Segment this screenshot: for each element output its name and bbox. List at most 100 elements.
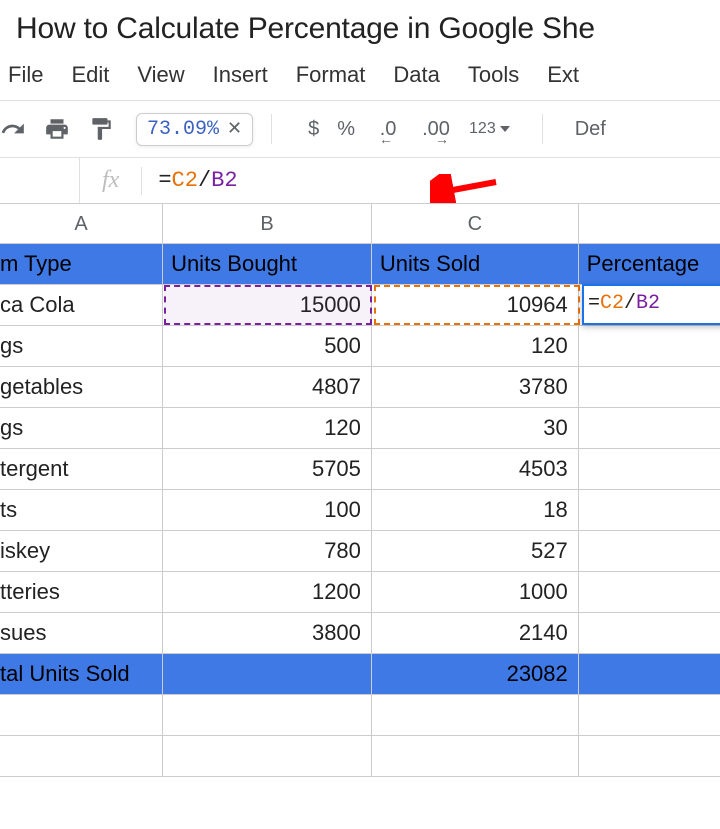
cell[interactable]: ts <box>0 490 163 531</box>
toolbar: 73.09% ✕ $ % .0← .00→ 123 Def <box>0 101 720 157</box>
menu-file[interactable]: File <box>8 62 43 88</box>
total-d[interactable] <box>579 654 720 695</box>
paint-format-icon[interactable] <box>88 116 114 142</box>
cell[interactable]: 15000 <box>163 285 372 326</box>
currency-format-button[interactable]: $ <box>308 118 319 141</box>
menu-edit[interactable]: Edit <box>71 62 109 88</box>
chevron-down-icon <box>500 126 510 132</box>
cell[interactable] <box>579 695 720 736</box>
total-b[interactable] <box>163 654 372 695</box>
cell[interactable]: gs <box>0 408 163 449</box>
menu-format[interactable]: Format <box>296 62 366 88</box>
formula-ref-c2: C2 <box>172 168 198 193</box>
cell[interactable]: 120 <box>372 326 579 367</box>
cell[interactable] <box>579 490 720 531</box>
percent-format-button[interactable]: % <box>337 118 355 141</box>
cell[interactable]: sues <box>0 613 163 654</box>
table-row: iskey780527 <box>0 531 720 572</box>
toolbar-divider <box>542 114 543 144</box>
cell[interactable] <box>579 408 720 449</box>
decrease-decimal-button[interactable]: .0← <box>373 118 403 141</box>
cell[interactable]: ca Cola <box>0 285 163 326</box>
cell[interactable]: 780 <box>163 531 372 572</box>
increase-decimal-button[interactable]: .00→ <box>421 118 451 141</box>
cell[interactable]: iskey <box>0 531 163 572</box>
cell[interactable]: 100 <box>163 490 372 531</box>
cell[interactable] <box>0 695 163 736</box>
formula-ref-c2: C2 <box>600 292 624 315</box>
cell[interactable]: 3780 <box>372 367 579 408</box>
cell[interactable] <box>579 449 720 490</box>
cell[interactable]: 527 <box>372 531 579 572</box>
cell[interactable]: tergent <box>0 449 163 490</box>
table-row: tergent57054503 <box>0 449 720 490</box>
formula-text: / <box>624 292 636 315</box>
spreadsheet-grid[interactable]: A B C m Type Units Bought Units Sold Per… <box>0 203 720 777</box>
cell[interactable]: 30 <box>372 408 579 449</box>
header-units-sold[interactable]: Units Sold <box>372 244 579 285</box>
menu-data[interactable]: Data <box>393 62 439 88</box>
doc-title: How to Calculate Percentage in Google Sh… <box>0 0 720 58</box>
cell[interactable] <box>579 531 720 572</box>
cell[interactable]: 1000 <box>372 572 579 613</box>
header-item-type[interactable]: m Type <box>0 244 163 285</box>
cell[interactable] <box>579 736 720 777</box>
print-icon[interactable] <box>44 116 70 142</box>
formula-ref-b2: B2 <box>211 168 237 193</box>
cell[interactable]: 4807 <box>163 367 372 408</box>
table-row: getables48073780 <box>0 367 720 408</box>
cell[interactable]: 500 <box>163 326 372 367</box>
close-icon[interactable]: ✕ <box>227 118 242 140</box>
redo-icon[interactable] <box>0 116 26 142</box>
total-label[interactable]: tal Units Sold <box>0 654 163 695</box>
cell[interactable]: 18 <box>372 490 579 531</box>
column-headers: A B C <box>0 204 720 244</box>
header-units-bought[interactable]: Units Bought <box>163 244 372 285</box>
cell[interactable]: 3800 <box>163 613 372 654</box>
toolbar-divider <box>271 114 272 144</box>
col-header-a[interactable]: A <box>0 204 163 244</box>
formula-preview: 73.09% ✕ <box>136 113 253 146</box>
formula-ref-b2: B2 <box>636 292 660 315</box>
cell[interactable]: 10964 <box>372 285 579 326</box>
table-header-row: m Type Units Bought Units Sold Percentag… <box>0 244 720 285</box>
col-header-c[interactable]: C <box>372 204 579 244</box>
header-percentage[interactable]: Percentage <box>579 244 720 285</box>
more-formats-button[interactable]: 123 <box>469 120 510 138</box>
cell[interactable] <box>163 736 372 777</box>
cell[interactable]: tteries <box>0 572 163 613</box>
col-header-b[interactable]: B <box>163 204 372 244</box>
total-c[interactable]: 23082 <box>372 654 579 695</box>
menu-view[interactable]: View <box>137 62 184 88</box>
formula-bar: fx =C2/B2 <box>0 157 720 203</box>
cell[interactable]: getables <box>0 367 163 408</box>
cell[interactable]: 120 <box>163 408 372 449</box>
cell[interactable] <box>579 367 720 408</box>
cell[interactable] <box>372 736 579 777</box>
menu-insert[interactable]: Insert <box>213 62 268 88</box>
font-family-button[interactable]: Def <box>575 118 606 141</box>
cell[interactable]: 5705 <box>163 449 372 490</box>
col-header-d[interactable] <box>579 204 720 244</box>
menu-tools[interactable]: Tools <box>468 62 519 88</box>
cell[interactable]: 2140 <box>372 613 579 654</box>
cell[interactable]: 4503 <box>372 449 579 490</box>
cell[interactable] <box>579 572 720 613</box>
active-cell-editor[interactable]: =C2/B2 <box>582 284 720 325</box>
formula-input[interactable]: =C2/B2 <box>142 168 720 193</box>
table-row <box>0 695 720 736</box>
formula-preview-value: 73.09% <box>147 118 219 141</box>
table-row: tteries12001000 <box>0 572 720 613</box>
annotation-arrow <box>430 174 500 204</box>
name-box[interactable] <box>0 158 80 203</box>
menu-extensions[interactable]: Ext <box>547 62 579 88</box>
cell[interactable] <box>579 326 720 367</box>
cell[interactable] <box>579 613 720 654</box>
cell[interactable] <box>0 736 163 777</box>
cell[interactable] <box>372 695 579 736</box>
cell[interactable]: 1200 <box>163 572 372 613</box>
table-row: gs12030 <box>0 408 720 449</box>
formula-text: = <box>588 292 600 315</box>
cell[interactable]: gs <box>0 326 163 367</box>
cell[interactable] <box>163 695 372 736</box>
